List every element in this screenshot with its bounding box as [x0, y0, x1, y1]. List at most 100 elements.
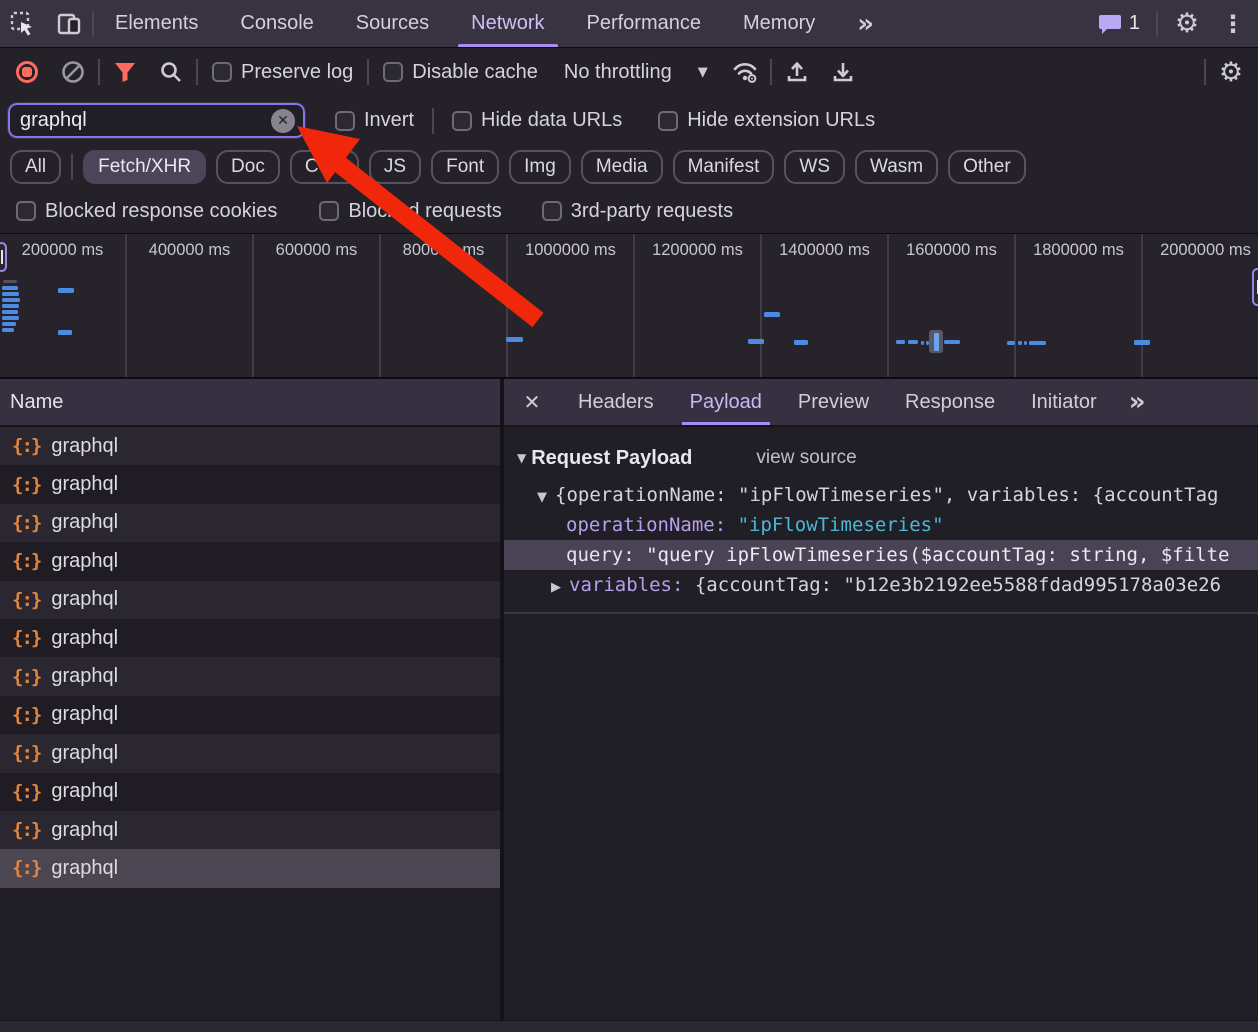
waterfall-bar — [1007, 341, 1015, 345]
chip-label: Doc — [231, 156, 265, 178]
export-har-button[interactable] — [822, 52, 864, 92]
more-tabs-button[interactable]: » — [836, 0, 895, 47]
table-row[interactable]: {:}graphql — [0, 811, 500, 849]
detail-tabstrip: ✕ Headers Payload Preview Response Initi… — [504, 379, 1258, 427]
chip-fetch-xhr[interactable]: Fetch/XHR — [83, 150, 206, 184]
json-badge-icon: {:} — [12, 435, 40, 457]
json-badge-icon: {:} — [12, 589, 40, 611]
checkbox-label: Blocked requests — [348, 200, 501, 223]
inspect-element-button[interactable] — [0, 0, 46, 47]
more-detail-tabs-button[interactable]: » — [1115, 379, 1160, 425]
json-badge-icon: {:} — [12, 819, 40, 841]
close-detail-button[interactable]: ✕ — [504, 379, 560, 425]
table-row[interactable]: {:}graphql — [0, 581, 500, 619]
table-row[interactable]: {:}graphql — [0, 504, 500, 542]
table-row[interactable]: {:}graphql — [0, 773, 500, 811]
waterfall-bar — [58, 330, 72, 335]
network-settings-button[interactable]: ⚙ — [1210, 52, 1252, 92]
tab-payload[interactable]: Payload — [672, 379, 780, 425]
overview-left-grip[interactable] — [0, 242, 7, 272]
collapse-section-icon[interactable]: ▼ — [517, 451, 526, 465]
request-name: graphql — [51, 550, 118, 573]
search-button[interactable] — [150, 52, 192, 92]
payload-query-line-selected[interactable]: query: "query ipFlowTimeseries($accountT… — [504, 540, 1258, 570]
selected-request-marker — [929, 330, 943, 353]
chip-img[interactable]: Img — [509, 150, 571, 184]
third-party-requests-checkbox[interactable]: 3rd-party requests — [532, 200, 743, 223]
payload-variables-line[interactable]: ▶variables: {accountTag: "b12e3b2192ee55… — [504, 570, 1258, 600]
tab-preview[interactable]: Preview — [780, 379, 887, 425]
chip-all[interactable]: All — [10, 150, 61, 184]
table-row[interactable]: {:}graphql — [0, 696, 500, 734]
chip-other[interactable]: Other — [948, 150, 1026, 184]
clear-x-icon: ✕ — [277, 113, 289, 129]
table-row[interactable]: {:}graphql — [0, 465, 500, 503]
tab-memory[interactable]: Memory — [722, 0, 836, 47]
view-source-link[interactable]: view source — [756, 447, 856, 469]
chip-label: All — [25, 156, 46, 178]
checkbox-box — [658, 111, 678, 131]
request-name: graphql — [51, 511, 118, 534]
blocked-response-cookies-checkbox[interactable]: Blocked response cookies — [6, 200, 287, 223]
chip-doc[interactable]: Doc — [216, 150, 280, 184]
table-row[interactable]: {:}graphql — [0, 542, 500, 580]
tab-performance[interactable]: Performance — [566, 0, 723, 47]
chip-css[interactable]: CSS — [290, 150, 359, 184]
disable-cache-checkbox[interactable]: Disable cache — [373, 61, 548, 84]
devtools-menu-button[interactable]: ⋮ — [1216, 10, 1250, 38]
invert-checkbox[interactable]: Invert — [325, 109, 424, 132]
chip-wasm[interactable]: Wasm — [855, 150, 938, 184]
tab-initiator[interactable]: Initiator — [1013, 379, 1115, 425]
tab-headers[interactable]: Headers — [560, 379, 672, 425]
waterfall-bar — [58, 288, 74, 293]
table-row[interactable]: {:}graphql — [0, 427, 500, 465]
name-column-header[interactable]: Name — [0, 379, 500, 427]
waterfall-bar — [2, 328, 14, 332]
network-conditions-button[interactable] — [724, 52, 766, 92]
filter-toggle-button[interactable] — [104, 52, 146, 92]
divider — [432, 108, 434, 134]
chip-js[interactable]: JS — [369, 150, 421, 184]
collapse-node-icon[interactable]: ▼ — [537, 490, 547, 505]
chip-manifest[interactable]: Manifest — [673, 150, 775, 184]
waterfall-bar — [2, 286, 18, 290]
tab-network[interactable]: Network — [450, 0, 565, 47]
tab-console[interactable]: Console — [219, 0, 334, 47]
expand-node-icon[interactable]: ▶ — [551, 580, 561, 595]
table-row[interactable]: {:}graphql — [0, 619, 500, 657]
hide-extension-urls-checkbox[interactable]: Hide extension URLs — [648, 109, 885, 132]
clear-network-log-button[interactable] — [52, 52, 94, 92]
overview-right-grip[interactable] — [1252, 268, 1258, 306]
network-overview-timeline[interactable]: 200000 ms 400000 ms 600000 ms 800000 ms … — [0, 233, 1258, 379]
tab-label: Payload — [690, 391, 762, 414]
checkbox-box — [212, 62, 232, 82]
network-conditions-icon — [731, 60, 759, 84]
clear-filter-button[interactable]: ✕ — [271, 109, 295, 133]
chip-media[interactable]: Media — [581, 150, 663, 184]
table-row[interactable]: {:}graphql — [0, 657, 500, 695]
chip-label: Other — [963, 156, 1011, 178]
hide-data-urls-checkbox[interactable]: Hide data URLs — [442, 109, 632, 132]
filter-text-input[interactable]: graphql ✕ — [8, 103, 305, 138]
payload-operation-line[interactable]: operationName: "ipFlowTimeseries" — [504, 510, 1258, 540]
tab-sources[interactable]: Sources — [335, 0, 450, 47]
waterfall-bar — [748, 339, 764, 344]
device-toolbar-button[interactable] — [46, 0, 92, 47]
payload-root-line[interactable]: ▼{operationName: "ipFlowTimeseries", var… — [504, 480, 1258, 510]
blocked-requests-checkbox[interactable]: Blocked requests — [309, 200, 511, 223]
tab-elements[interactable]: Elements — [94, 0, 219, 47]
table-row-selected[interactable]: {:}graphql — [0, 849, 500, 887]
preserve-log-checkbox[interactable]: Preserve log — [202, 61, 363, 84]
issues-button[interactable]: 1 — [1088, 12, 1150, 35]
throttling-select[interactable]: No throttling ▼ — [552, 61, 720, 84]
chip-font[interactable]: Font — [431, 150, 499, 184]
checkbox-box — [319, 201, 339, 221]
import-har-button[interactable] — [776, 52, 818, 92]
request-name: graphql — [51, 627, 118, 650]
settings-button[interactable]: ⚙ — [1164, 8, 1210, 39]
chip-ws[interactable]: WS — [784, 150, 845, 184]
record-network-log-button[interactable] — [6, 52, 48, 92]
table-row[interactable]: {:}graphql — [0, 734, 500, 772]
chip-label: Fetch/XHR — [98, 156, 191, 178]
tab-response[interactable]: Response — [887, 379, 1013, 425]
